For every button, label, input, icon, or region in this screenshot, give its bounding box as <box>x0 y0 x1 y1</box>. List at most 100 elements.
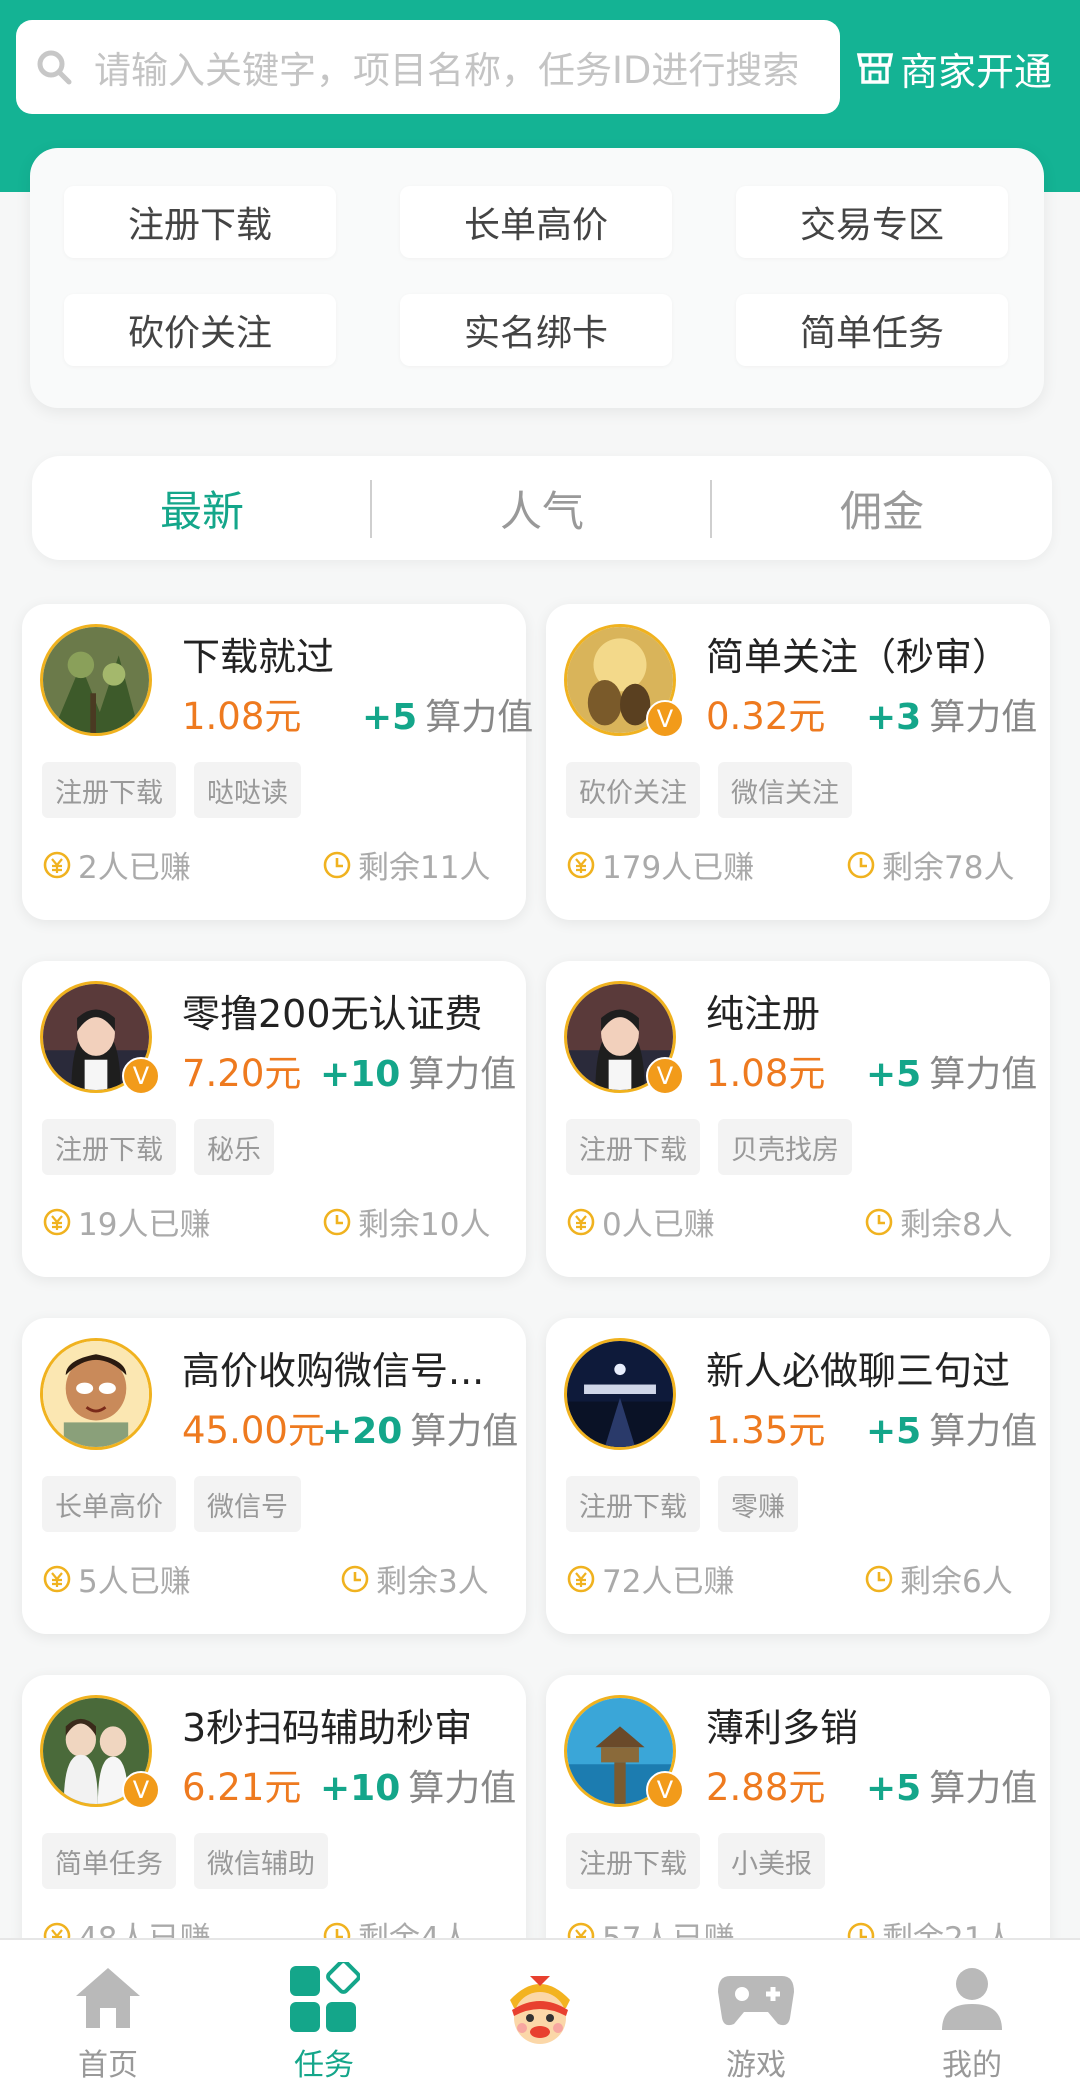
task-points: +5 算力值 <box>866 1759 1037 1811</box>
task-points-unit: 算力值 <box>425 697 534 738</box>
task-card[interactable]: V 简单关注（秒审） 0.32元 +3 算力值 砍价关注 微信关注 179人已赚 剩… <box>546 604 1050 920</box>
task-price: 0.32元 <box>706 695 826 738</box>
task-price: 45.00元 <box>182 1409 325 1452</box>
task-earned: 72人已赚 <box>566 1556 734 1601</box>
task-points: +10 算力值 <box>320 1045 516 1097</box>
task-tag: 注册下载 <box>42 1119 176 1175</box>
task-tag: 微信号 <box>194 1476 301 1532</box>
nav-profile[interactable]: 我的 <box>864 1940 1080 2088</box>
task-tag: 注册下载 <box>566 1476 700 1532</box>
task-title: 高价收购微信号... <box>182 1349 485 1393</box>
task-points-value: +5 <box>866 1768 922 1809</box>
task-earned-text: 179人已赚 <box>602 850 755 886</box>
task-card[interactable]: 高价收购微信号... 45.00元 +20 算力值 长单高价 微信号 5人已赚 剩余… <box>22 1318 526 1634</box>
mascot-icon <box>510 1976 570 2044</box>
task-avatar <box>564 1338 676 1450</box>
category-bargain-follow[interactable]: 砍价关注 <box>64 294 336 366</box>
task-tag: 注册下载 <box>42 762 176 818</box>
nav-task[interactable]: 任务 <box>216 1940 432 2088</box>
task-points-value: +5 <box>362 697 418 738</box>
task-tag: 注册下载 <box>566 1833 700 1889</box>
task-tag: 长单高价 <box>42 1476 176 1532</box>
task-title: 新人必做聊三句过 <box>706 1349 1011 1393</box>
nav-center[interactable] <box>432 1940 648 2088</box>
task-icon <box>290 1962 360 2032</box>
nav-profile-label: 我的 <box>942 2048 1002 2083</box>
verified-badge-icon: V <box>646 1771 684 1809</box>
clock-icon <box>864 1207 900 1237</box>
task-title: 薄利多销 <box>706 1706 859 1750</box>
task-price: 1.35元 <box>706 1409 826 1452</box>
task-remaining-text: 剩余6人 <box>900 1564 1013 1600</box>
task-remaining-text: 剩余78人 <box>882 850 1015 886</box>
task-card[interactable]: 新人必做聊三句过 1.35元 +5 算力值 注册下载 零赚 72人已赚 剩余6人 <box>546 1318 1050 1634</box>
category-trading-zone[interactable]: 交易专区 <box>736 186 1008 258</box>
task-points-unit: 算力值 <box>929 1768 1038 1809</box>
category-register-download[interactable]: 注册下载 <box>64 186 336 258</box>
task-points-unit: 算力值 <box>929 1054 1038 1095</box>
merchant-open-button[interactable]: 商家开通 <box>856 38 1052 98</box>
coin-icon <box>42 850 78 880</box>
nav-game[interactable]: 游戏 <box>648 1940 864 2088</box>
task-price: 7.20元 <box>182 1052 302 1095</box>
clock-icon <box>846 850 882 880</box>
task-points-unit: 算力值 <box>410 1411 519 1452</box>
task-tag: 微信关注 <box>718 762 852 818</box>
task-title: 下载就过 <box>182 635 335 679</box>
task-points: +5 算力值 <box>362 688 533 740</box>
category-long-high-price[interactable]: 长单高价 <box>400 186 672 258</box>
task-tag: 哒哒读 <box>194 762 301 818</box>
tab-popular[interactable]: 人气 <box>372 456 712 560</box>
shop-icon <box>856 53 894 84</box>
task-tag: 零赚 <box>718 1476 798 1532</box>
task-title: 纯注册 <box>706 992 821 1036</box>
task-remaining: 剩余3人 <box>340 1556 489 1601</box>
task-card[interactable]: V 纯注册 1.08元 +5 算力值 注册下载 贝壳找房 0人已赚 剩余8人 <box>546 961 1050 1277</box>
task-points-value: +10 <box>320 1054 401 1095</box>
task-points-unit: 算力值 <box>929 1411 1038 1452</box>
task-points-unit: 算力值 <box>408 1054 517 1095</box>
tab-commission[interactable]: 佣金 <box>712 456 1052 560</box>
bottom-nav: 首页 任务 游戏 我的 <box>0 1938 1080 2088</box>
home-icon <box>76 1968 140 2028</box>
category-realname-bindcard[interactable]: 实名绑卡 <box>400 294 672 366</box>
task-avatar <box>40 624 152 736</box>
task-tag: 秘乐 <box>194 1119 274 1175</box>
nav-home[interactable]: 首页 <box>0 1940 216 2088</box>
task-tag: 小美报 <box>718 1833 825 1889</box>
task-points-value: +5 <box>866 1411 922 1452</box>
task-price: 1.08元 <box>706 1052 826 1095</box>
coin-icon <box>566 850 602 880</box>
task-points: +5 算力值 <box>866 1402 1037 1454</box>
category-simple-task[interactable]: 简单任务 <box>736 294 1008 366</box>
verified-badge-icon: V <box>646 1057 684 1095</box>
task-tag: 注册下载 <box>566 1119 700 1175</box>
clock-icon <box>340 1564 376 1594</box>
task-avatar <box>40 1338 152 1450</box>
task-remaining: 剩余11人 <box>322 842 490 887</box>
sort-tabs: 最新 人气 佣金 <box>32 456 1052 560</box>
task-points: +3 算力值 <box>866 688 1037 740</box>
clock-icon <box>322 1207 358 1237</box>
coin-icon <box>42 1564 78 1594</box>
task-earned: 19人已赚 <box>42 1199 210 1244</box>
task-remaining: 剩余78人 <box>846 842 1014 887</box>
task-card[interactable]: 下载就过 1.08元 +5 算力值 注册下载 哒哒读 2人已赚 剩余11人 <box>22 604 533 920</box>
search-bar[interactable]: 请输入关键字，项目名称，任务ID进行搜索 <box>16 20 840 114</box>
task-tag: 贝壳找房 <box>718 1119 852 1175</box>
gamepad-icon <box>718 1976 794 2026</box>
task-points-value: +10 <box>320 1768 401 1809</box>
task-price: 1.08元 <box>182 695 302 738</box>
task-title: 3秒扫码辅助秒审 <box>182 1706 473 1750</box>
task-earned-text: 2人已赚 <box>78 850 191 886</box>
task-price: 2.88元 <box>706 1766 826 1809</box>
task-tag: 简单任务 <box>42 1833 176 1889</box>
task-remaining: 剩余8人 <box>864 1199 1013 1244</box>
task-card[interactable]: V 零撸200无认证费 7.20元 +10 算力值 注册下载 秘乐 19人已赚 剩余… <box>22 961 526 1277</box>
task-earned: 2人已赚 <box>42 842 191 887</box>
category-panel: 注册下载 长单高价 交易专区 砍价关注 实名绑卡 简单任务 <box>30 148 1044 408</box>
task-remaining-text: 剩余10人 <box>358 1207 491 1243</box>
verified-badge-icon: V <box>122 1771 160 1809</box>
tab-latest[interactable]: 最新 <box>32 456 372 560</box>
task-title: 简单关注（秒审） <box>706 635 1011 679</box>
